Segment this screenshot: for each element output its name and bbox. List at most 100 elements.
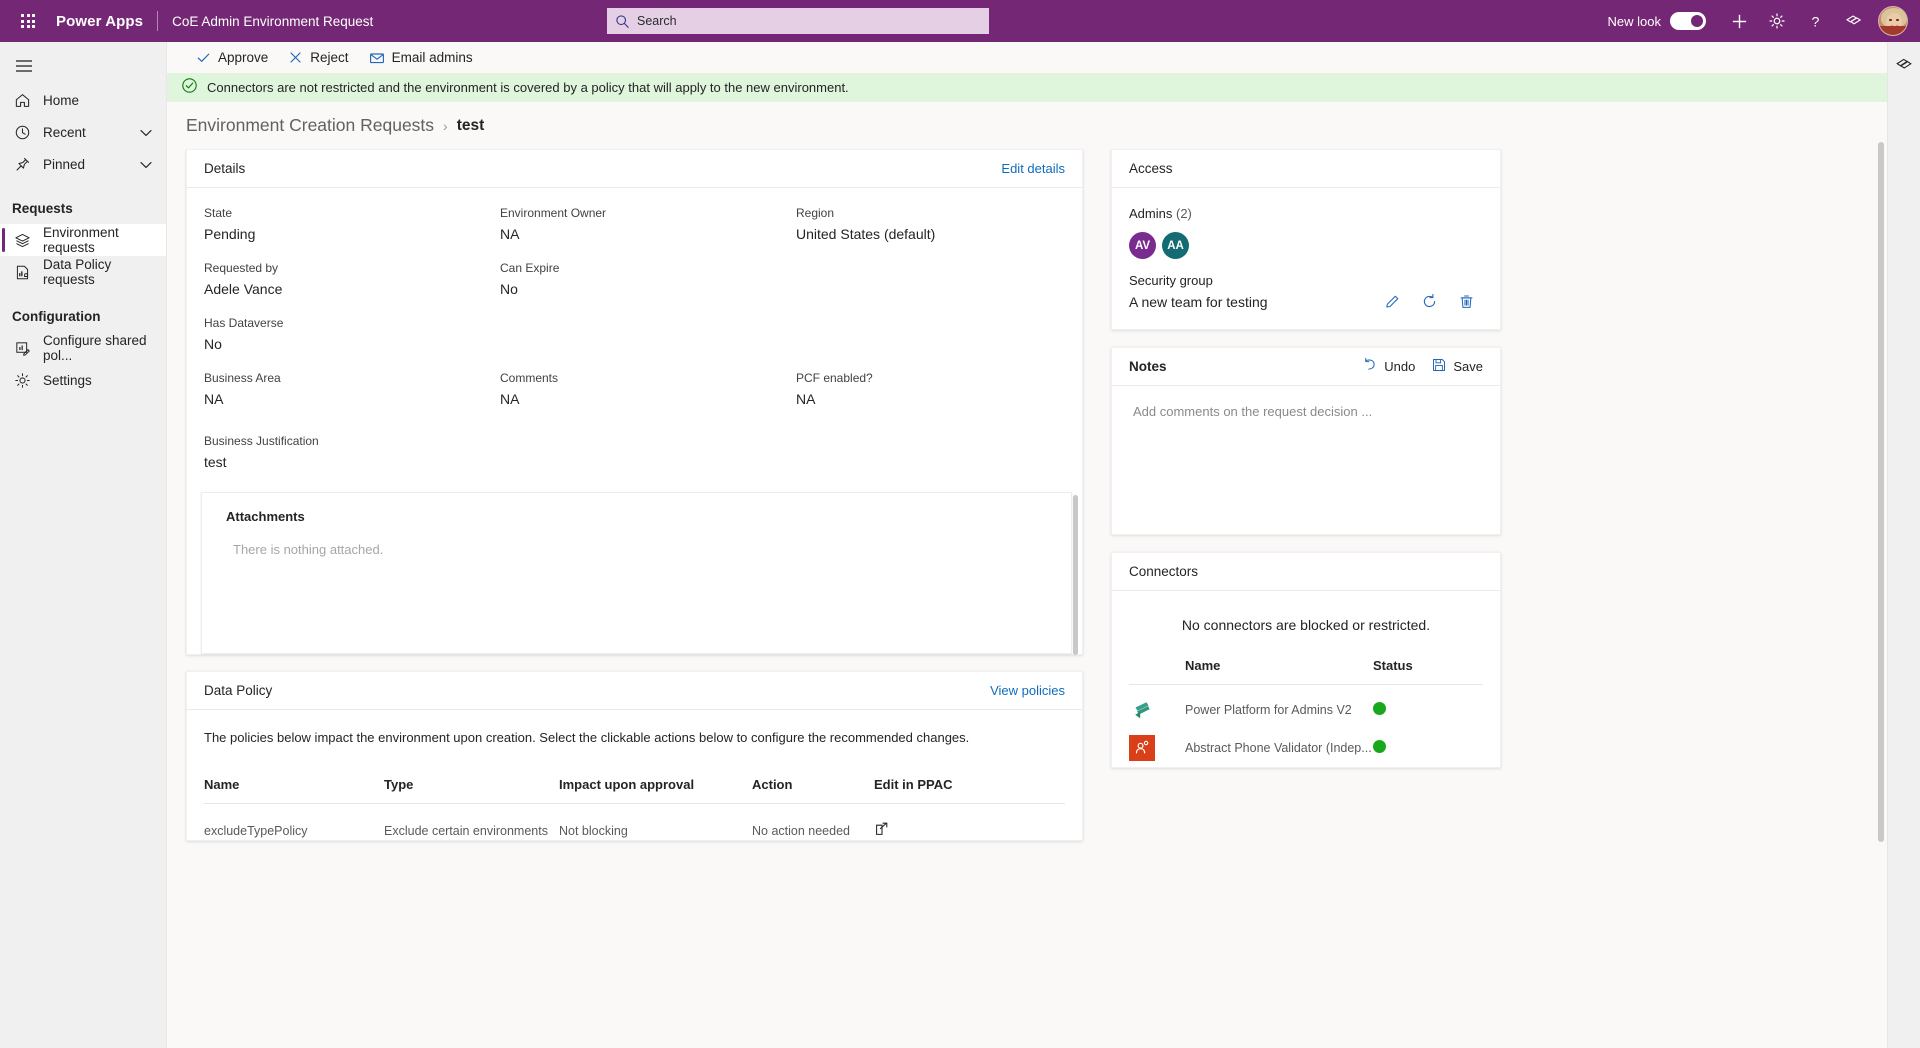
refresh-icon[interactable] (1421, 293, 1438, 310)
cell-connector-status (1373, 685, 1483, 724)
details-field-grid: State Pending Environment Owner NA Regio… (204, 206, 1065, 426)
reject-button[interactable]: Reject (278, 42, 358, 73)
details-scrollbar[interactable] (1073, 495, 1078, 655)
hamburger-icon[interactable] (4, 48, 44, 84)
sidebar-item-pinned[interactable]: Pinned (0, 148, 166, 180)
approve-button[interactable]: Approve (186, 42, 278, 73)
field-pcf-enabled: PCF enabled? NA (796, 371, 1065, 407)
field-label: Can Expire (500, 261, 560, 275)
sidebar-item-data-policy-requests[interactable]: Data Policy requests (0, 256, 166, 288)
data-policy-card: Data Policy View policies The policies b… (186, 671, 1083, 841)
gear-icon[interactable] (1758, 0, 1796, 42)
admins-count: (2) (1175, 206, 1192, 221)
access-card: Access Admins (2) AV AA Security group A… (1111, 149, 1501, 330)
mail-envelope-icon (369, 50, 385, 66)
cell-connector-icon (1129, 685, 1185, 724)
column-header-type: Type (384, 777, 559, 804)
field-has-dataverse: Has Dataverse No (204, 316, 500, 352)
sidebar-group-configuration: Configuration (12, 308, 101, 324)
help-icon[interactable]: ? (1796, 0, 1834, 42)
sidebar-item-settings[interactable]: Settings (0, 364, 166, 396)
field-label: Has Dataverse (204, 316, 284, 330)
sidebar-item-recent[interactable]: Recent (0, 116, 166, 148)
sidebar-item-label: Home (43, 92, 80, 108)
breadcrumb: Environment Creation Requests › test (167, 102, 1887, 149)
avatar[interactable]: AA (1162, 232, 1189, 259)
cell-connector-status (1373, 723, 1483, 761)
breadcrumb-parent[interactable]: Environment Creation Requests (186, 115, 434, 136)
admins-label: Admins (2) (1129, 206, 1483, 221)
edit-details-link[interactable]: Edit details (1001, 161, 1065, 176)
svg-text:?: ? (1811, 14, 1819, 30)
undo-arrow-icon (1362, 357, 1378, 376)
sidebar-item-label: Configure shared pol... (43, 333, 147, 363)
chevron-down-icon[interactable] (140, 157, 152, 172)
email-admins-button[interactable]: Email admins (359, 42, 483, 73)
sidebar-item-label: Settings (43, 372, 92, 388)
main-content-area: Approve Reject Email admins Connectors a… (167, 42, 1887, 1048)
plus-icon[interactable] (1720, 0, 1758, 42)
delete-trash-icon[interactable] (1458, 293, 1475, 310)
table-row: Power Platform for Admins V2 (1129, 685, 1483, 724)
table-header-row: Name Type Impact upon approval Action Ed… (204, 777, 1065, 804)
field-value: NA (500, 226, 520, 242)
copilot-icon[interactable] (1889, 50, 1919, 80)
sidebar-item-configure-shared-policies[interactable]: Configure shared pol... (0, 332, 166, 364)
brand-divider (157, 11, 159, 31)
field-spacer-1 (796, 261, 1065, 297)
save-button[interactable]: Save (1431, 357, 1483, 376)
details-card-header: Details Edit details (187, 150, 1082, 188)
access-body: Admins (2) AV AA Security group A new te… (1112, 188, 1500, 329)
page-scrollbar[interactable] (1878, 142, 1884, 842)
data-policy-body: The policies below impact the environmen… (187, 710, 1082, 840)
top-navigation-bar: Power Apps CoE Admin Environment Request… (0, 0, 1920, 42)
feedback-icon[interactable] (1834, 0, 1872, 42)
new-look-toggle[interactable] (1670, 12, 1706, 30)
notes-card: Notes Undo Save Add comments on the requ… (1111, 347, 1501, 535)
secondary-column: Access Admins (2) AV AA Security group A… (1111, 149, 1501, 1048)
cell-policy-impact: Not blocking (559, 823, 628, 838)
field-business-justification: Business Justification test (204, 434, 1065, 470)
edit-pencil-icon[interactable] (1384, 293, 1401, 310)
field-label: Business Area (204, 371, 281, 385)
cell-edit-in-ppac[interactable] (874, 804, 1065, 841)
command-bar: Approve Reject Email admins (167, 42, 1887, 73)
power-platform-icon (1129, 697, 1155, 723)
data-policy-card-header: Data Policy View policies (187, 672, 1082, 710)
breadcrumb-current: test (456, 116, 485, 134)
avatar[interactable]: AV (1129, 232, 1156, 259)
data-policy-title: Data Policy (204, 683, 273, 698)
status-badge (1373, 702, 1386, 715)
field-value: NA (500, 391, 520, 407)
search-input[interactable]: Search (607, 8, 989, 34)
table-row: excludeTypePolicy Exclude certain enviro… (204, 804, 1065, 841)
app-title: CoE Admin Environment Request (172, 13, 374, 29)
cell-policy-type: Exclude certain environments (384, 823, 548, 838)
field-value: United States (default) (796, 226, 936, 242)
security-group-value: A new team for testing (1129, 293, 1268, 310)
user-avatar[interactable] (1878, 6, 1908, 36)
sidebar-item-home[interactable]: Home (0, 84, 166, 116)
data-policy-table: Name Type Impact upon approval Action Ed… (204, 777, 1065, 840)
app-launcher-icon[interactable] (10, 0, 46, 42)
column-header-action: Action (752, 777, 874, 804)
banner-text: Connectors are not restricted and the en… (207, 80, 849, 95)
attachments-title: Attachments (226, 509, 305, 524)
undo-button[interactable]: Undo (1362, 357, 1415, 376)
field-label: Business Justification (204, 434, 319, 448)
brand-logo-text[interactable]: Power Apps (56, 13, 143, 30)
clock-icon (12, 124, 32, 141)
details-card: Details Edit details State Pending Envir… (186, 149, 1083, 655)
field-label: Environment Owner (500, 206, 607, 220)
column-header-name: Name (204, 777, 384, 804)
admin-avatars: AV AA (1129, 232, 1483, 259)
chevron-down-icon[interactable] (140, 125, 152, 140)
field-label: Region (796, 206, 835, 220)
open-in-new-icon[interactable] (874, 822, 890, 840)
pin-icon (12, 156, 32, 173)
sidebar-item-environment-requests[interactable]: Environment requests (0, 224, 166, 256)
notes-textarea[interactable]: Add comments on the request decision ... (1112, 386, 1500, 534)
field-value: NA (204, 391, 224, 407)
success-check-icon (181, 77, 198, 99)
view-policies-link[interactable]: View policies (990, 683, 1065, 698)
